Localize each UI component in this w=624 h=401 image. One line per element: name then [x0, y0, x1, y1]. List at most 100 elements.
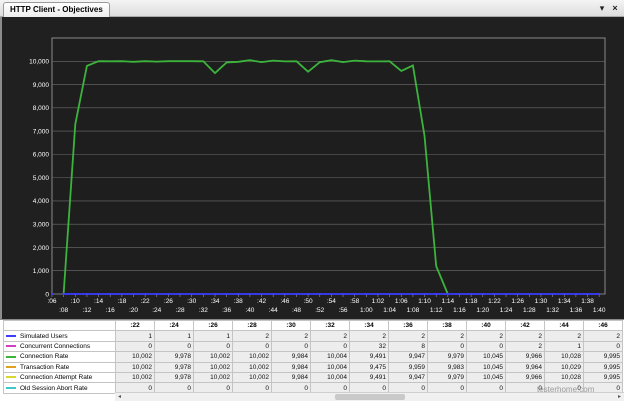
x-tick-label-top: 1:02 [372, 298, 385, 305]
column-header[interactable]: :26 [193, 319, 233, 332]
column-header[interactable]: :30 [271, 319, 311, 332]
column-header[interactable]: :38 [427, 319, 467, 332]
table-cell: 9,966 [505, 351, 545, 363]
data-point-simulated-users [411, 293, 414, 295]
column-header[interactable]: :40 [466, 319, 506, 332]
chart-panel: 0 1,000 2,000 3,000 4,000 5,000 6,000 7,000 8,00… [0, 17, 624, 319]
row-label-text: Connection Attempt Rate [20, 374, 93, 382]
data-point-simulated-users [551, 293, 554, 295]
y-tick-label: 6,000 [33, 152, 50, 159]
column-header[interactable]: :42 [505, 319, 545, 332]
table-cell: 2 [544, 330, 584, 342]
table-cell: 0 [583, 340, 623, 353]
column-header[interactable]: :22 [115, 319, 155, 332]
x-tick-label-bottom: :48 [292, 307, 301, 314]
data-point-simulated-users [574, 293, 577, 295]
x-tick-label-top: 1:30 [535, 298, 548, 305]
table-row[interactable]: Simulated Users 1 1 1 2 2 2 2 2 2 2 2 2 2 [3, 330, 623, 342]
data-point-simulated-users [365, 293, 368, 295]
table-cell: 10,028 [544, 351, 584, 363]
data-point-simulated-users [97, 293, 100, 295]
data-point-simulated-users [307, 293, 310, 295]
data-point-simulated-users [493, 293, 496, 295]
x-tick-label-top: :54 [327, 298, 336, 305]
x-tick-label-bottom: 1:36 [570, 307, 583, 314]
x-tick-label-top: :46 [280, 298, 289, 305]
table-cell: 32 [349, 340, 389, 353]
x-tick-label-top: :42 [257, 298, 266, 305]
legend-swatch-icon [6, 345, 16, 348]
data-point-simulated-users [283, 293, 286, 295]
table-cell: 1 [154, 330, 194, 342]
x-tick-label-top: :34 [210, 298, 219, 305]
table-cell: 9,947 [388, 351, 428, 363]
table-cell: 1 [115, 330, 155, 342]
table-cell: 9,979 [427, 351, 467, 363]
data-point-simulated-users [260, 293, 263, 295]
scroll-left-icon[interactable]: ◂ [115, 393, 124, 401]
data-point-simulated-users [342, 293, 345, 295]
data-point-simulated-users [213, 293, 216, 295]
row-label: Simulated Users [3, 330, 116, 342]
column-header[interactable]: :24 [154, 319, 194, 332]
table-cell: 10,002 [193, 351, 233, 363]
column-header[interactable]: :46 [583, 319, 623, 332]
data-point-simulated-users [109, 293, 112, 295]
column-header[interactable]: :36 [388, 319, 428, 332]
scroll-right-icon[interactable]: ▸ [615, 393, 624, 401]
table-cell: 10,028 [544, 371, 584, 384]
column-header[interactable]: :32 [310, 319, 350, 332]
x-tick-label-bottom: :28 [176, 307, 185, 314]
scrollbar-thumb[interactable] [335, 394, 405, 400]
data-point-simulated-users [155, 293, 158, 295]
data-point-simulated-users [528, 293, 531, 295]
table-cell: 10,002 [115, 361, 155, 373]
column-header[interactable]: :28 [232, 319, 272, 332]
y-tick-label: 9,000 [33, 82, 50, 89]
tab-http-client-objectives[interactable]: HTTP Client - Objectives [3, 2, 110, 17]
data-point-simulated-users [435, 293, 438, 295]
row-label-text: Connection Rate [20, 353, 69, 361]
table-row[interactable]: Transaction Rate 10,002 9,978 10,002 10,002 9… [3, 361, 623, 373]
row-label-text: Transaction Rate [20, 363, 70, 371]
data-point-simulated-users [539, 293, 542, 295]
table-cell: 0 [193, 340, 233, 353]
x-tick-label-bottom: 1:32 [546, 307, 559, 314]
y-tick-label: 7,000 [33, 128, 50, 135]
table-row[interactable]: Connection Rate 10,002 9,978 10,002 10,002 9,… [3, 351, 623, 363]
data-point-simulated-users [598, 293, 601, 295]
window-menu-icon[interactable]: ▾ [596, 2, 608, 14]
table-cell: 0 [427, 340, 467, 353]
data-point-simulated-users [376, 293, 379, 295]
table-cell: 2 [505, 340, 545, 353]
legend-swatch-icon [6, 334, 16, 337]
column-header[interactable]: :34 [349, 319, 389, 332]
table-cell: 0 [115, 340, 155, 353]
column-header[interactable]: :44 [544, 319, 584, 332]
close-icon[interactable]: × [609, 2, 621, 14]
data-point-simulated-users [51, 293, 53, 295]
y-tick-label: 1,000 [33, 268, 50, 275]
y-tick-label: 3,000 [33, 221, 50, 228]
row-label-text: Old Session Abort Rate [20, 384, 88, 392]
table-row[interactable]: Concurrent Connections 0 0 0 0 0 0 32 8 0 0 2 1 0 [3, 340, 623, 353]
table-cell: 2 [310, 330, 350, 342]
table-cell: 10,002 [115, 371, 155, 384]
data-point-simulated-users [458, 293, 461, 295]
y-tick-label: 8,000 [33, 105, 50, 112]
legend-swatch-icon [6, 355, 16, 358]
x-tick-label-bottom: 1:28 [523, 307, 536, 314]
x-tick-label-bottom: 1:24 [500, 307, 513, 314]
x-tick-label-top: 1:10 [418, 298, 431, 305]
window-titlebar: HTTP Client - Objectives ▾ × [0, 0, 624, 17]
table-row[interactable]: Connection Attempt Rate 10,002 9,978 10,002… [3, 371, 623, 384]
row-label: Concurrent Connections [3, 340, 116, 353]
x-tick-label-top: 1:06 [395, 298, 408, 305]
table-cell: 10,002 [232, 371, 272, 384]
table-cell: 10,045 [466, 351, 506, 363]
x-tick-label-top: 1:22 [488, 298, 501, 305]
x-tick-label-bottom: :40 [245, 307, 254, 314]
table-cell: 9,984 [271, 351, 311, 363]
table-cell: 10,002 [232, 361, 272, 373]
table-cell: 10,029 [544, 361, 584, 373]
